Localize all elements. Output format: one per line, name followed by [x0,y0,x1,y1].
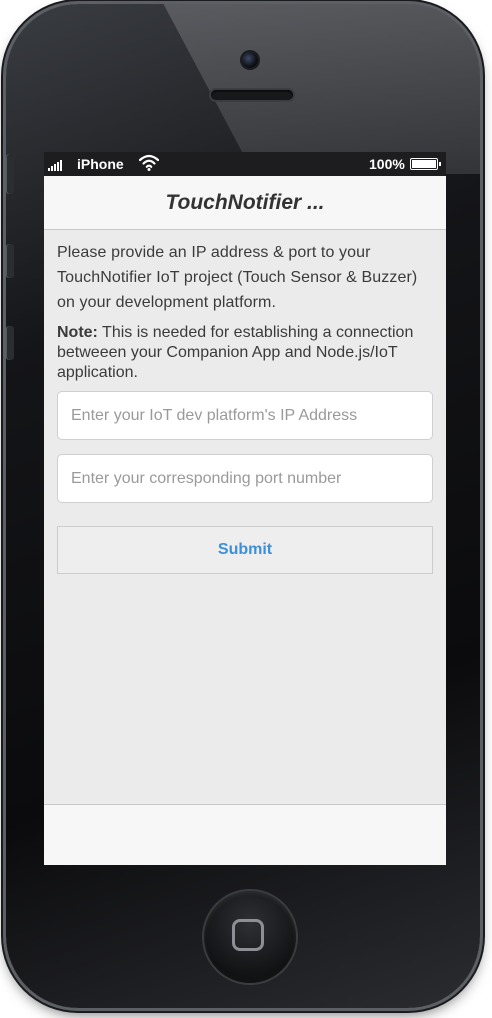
volume-up-button [6,244,14,278]
page-title: TouchNotifier ... [165,191,325,214]
battery-nub [439,162,441,166]
battery-icon [410,158,438,170]
mute-switch [6,154,14,194]
footer-bar [44,804,446,865]
battery-percentage: 100% [369,156,405,172]
signal-bars-icon [48,160,62,171]
glass-reflection [158,4,480,174]
home-square-icon [232,919,264,951]
ip-address-input[interactable] [57,391,433,440]
volume-down-button [6,326,14,360]
battery-level-fill [412,160,436,168]
note-label: Note: [57,324,98,341]
note-paragraph: Note: This is needed for establishing a … [57,323,435,383]
status-bar: iPhone 100% [44,152,446,176]
earpiece-speaker [211,90,293,100]
submit-button[interactable]: Submit [57,526,433,574]
wifi-icon [139,154,159,171]
app-header: TouchNotifier ... [44,176,446,230]
home-button[interactable] [204,891,296,983]
instructions: Please provide an IP address & port to y… [57,240,435,383]
app-screen: iPhone 100% TouchNotifier ... Please pro… [44,152,446,865]
note-text: This is needed for establishing a connec… [57,324,414,381]
carrier-name: iPhone [77,156,124,172]
intro-text: Please provide an IP address & port to y… [57,244,418,311]
port-number-input[interactable] [57,454,433,503]
front-camera [242,52,258,68]
